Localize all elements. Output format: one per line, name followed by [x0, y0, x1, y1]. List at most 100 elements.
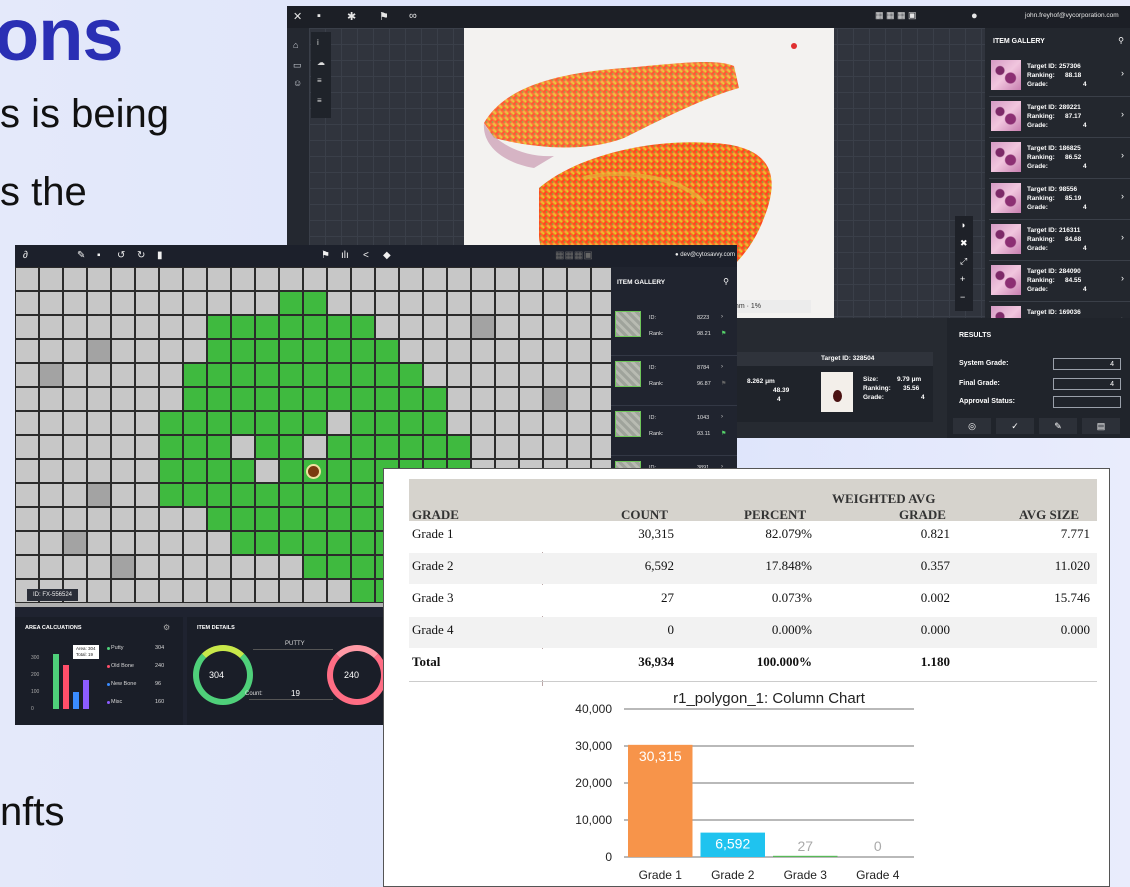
chevron-right-icon[interactable]: ›	[721, 314, 723, 320]
grid-tile[interactable]	[183, 579, 207, 603]
redo-icon[interactable]: ↻	[137, 250, 145, 261]
grid-tile[interactable]	[87, 459, 111, 483]
grid-tile[interactable]	[279, 363, 303, 387]
grid-tile[interactable]	[159, 411, 183, 435]
grid-tile[interactable]	[255, 387, 279, 411]
grid-tile[interactable]	[567, 315, 591, 339]
grid-tile[interactable]	[63, 339, 87, 363]
grid-tile[interactable]	[231, 339, 255, 363]
grid-tile[interactable]	[255, 411, 279, 435]
grid-tile[interactable]	[519, 291, 543, 315]
grid-tile[interactable]	[111, 387, 135, 411]
grid-tile[interactable]	[63, 411, 87, 435]
gallery-thumbnail[interactable]	[991, 265, 1021, 295]
grid-tile[interactable]	[207, 339, 231, 363]
grid-tile[interactable]	[87, 435, 111, 459]
zoom-in-icon[interactable]: +	[960, 274, 965, 284]
grid-tile[interactable]	[87, 555, 111, 579]
grid-tile[interactable]	[87, 315, 111, 339]
grid-tile[interactable]	[399, 435, 423, 459]
grid-tile[interactable]	[495, 387, 519, 411]
grid-tile[interactable]	[207, 459, 231, 483]
chat-icon[interactable]: ☁	[317, 58, 325, 67]
grid-tile[interactable]	[111, 579, 135, 603]
grid-tile[interactable]	[39, 363, 63, 387]
search-icon[interactable]: ⚲	[723, 277, 729, 286]
grid-tile[interactable]	[519, 411, 543, 435]
grid-tile[interactable]	[15, 459, 39, 483]
grid-tile[interactable]	[39, 507, 63, 531]
system-grade-field[interactable]: 4	[1053, 358, 1121, 370]
grid-tile[interactable]	[423, 267, 447, 291]
grid-tile[interactable]	[303, 267, 327, 291]
monitor-icon[interactable]: ▭	[293, 60, 302, 71]
grid-tile[interactable]	[63, 507, 87, 531]
grid-tile[interactable]	[303, 315, 327, 339]
grid-tile[interactable]	[39, 315, 63, 339]
grid-tile[interactable]	[327, 507, 351, 531]
grid-tile[interactable]	[375, 363, 399, 387]
grid-tile[interactable]	[519, 363, 543, 387]
grid-tile[interactable]	[111, 315, 135, 339]
gallery-item[interactable]: Target ID: 289221 Ranking: 87.17 Grade: …	[989, 97, 1130, 138]
grid-tile[interactable]	[471, 291, 495, 315]
grid-tile[interactable]	[231, 387, 255, 411]
gallery-thumbnail[interactable]	[615, 311, 641, 337]
grid-tile[interactable]	[135, 339, 159, 363]
zoom-out-icon[interactable]: −	[960, 292, 965, 302]
grid-tile[interactable]	[87, 531, 111, 555]
grid-tile[interactable]	[87, 483, 111, 507]
grid-tile[interactable]	[15, 315, 39, 339]
grid-tile[interactable]	[183, 555, 207, 579]
grid-tile[interactable]	[399, 291, 423, 315]
grid-tile[interactable]	[231, 507, 255, 531]
area-bar[interactable]	[83, 680, 89, 709]
grid-tile[interactable]	[183, 267, 207, 291]
grid-tile[interactable]	[39, 387, 63, 411]
grid-tile[interactable]	[279, 411, 303, 435]
grid-tile[interactable]	[471, 315, 495, 339]
grid-tile[interactable]	[495, 339, 519, 363]
grid-tile[interactable]	[423, 387, 447, 411]
grid-tile[interactable]	[39, 459, 63, 483]
grid-tile[interactable]	[375, 339, 399, 363]
grid-tile[interactable]	[159, 363, 183, 387]
grid-tile[interactable]	[327, 291, 351, 315]
layers-icon[interactable]: ◆	[383, 250, 391, 261]
grid-tile[interactable]	[471, 267, 495, 291]
grid-tile[interactable]	[543, 411, 567, 435]
bar-chart-icon[interactable]: ılı	[341, 250, 349, 261]
grid-tile[interactable]	[63, 435, 87, 459]
grid-tile[interactable]	[375, 291, 399, 315]
grid-tile[interactable]	[183, 315, 207, 339]
grid-tile[interactable]	[279, 483, 303, 507]
grid-tile[interactable]	[111, 411, 135, 435]
grid-tile[interactable]	[543, 267, 567, 291]
grid-tile[interactable]	[255, 555, 279, 579]
grid-tile[interactable]	[135, 363, 159, 387]
grid-tile[interactable]	[111, 459, 135, 483]
grid-tile[interactable]	[231, 411, 255, 435]
grid-tile[interactable]	[15, 435, 39, 459]
grid-tile[interactable]	[423, 435, 447, 459]
gallery-item[interactable]: Target ID: 216311 Ranking: 84.68 Grade: …	[989, 220, 1130, 261]
grid-tile[interactable]	[135, 507, 159, 531]
grid-tile[interactable]	[567, 363, 591, 387]
grid-tile[interactable]	[159, 291, 183, 315]
flag-icon[interactable]: ⚑	[721, 380, 726, 387]
grid-tile[interactable]	[255, 267, 279, 291]
grid-tile[interactable]	[207, 579, 231, 603]
grid-tile[interactable]	[255, 291, 279, 315]
grid-tile[interactable]	[135, 435, 159, 459]
grid-tile[interactable]	[375, 267, 399, 291]
grid-tile[interactable]	[159, 315, 183, 339]
grid-tile[interactable]	[279, 315, 303, 339]
gallery-item[interactable]: Target ID: 257306 Ranking: 88.18 Grade: …	[989, 56, 1130, 97]
grid-tile[interactable]	[351, 387, 375, 411]
link-icon[interactable]: ∞	[409, 10, 417, 22]
expand-icon[interactable]: ⤢	[960, 256, 967, 267]
flag-icon[interactable]: ⚑	[721, 430, 726, 437]
grid-tile[interactable]	[327, 363, 351, 387]
grid-tile[interactable]	[471, 435, 495, 459]
chevron-right-icon[interactable]: ›	[1121, 109, 1124, 119]
